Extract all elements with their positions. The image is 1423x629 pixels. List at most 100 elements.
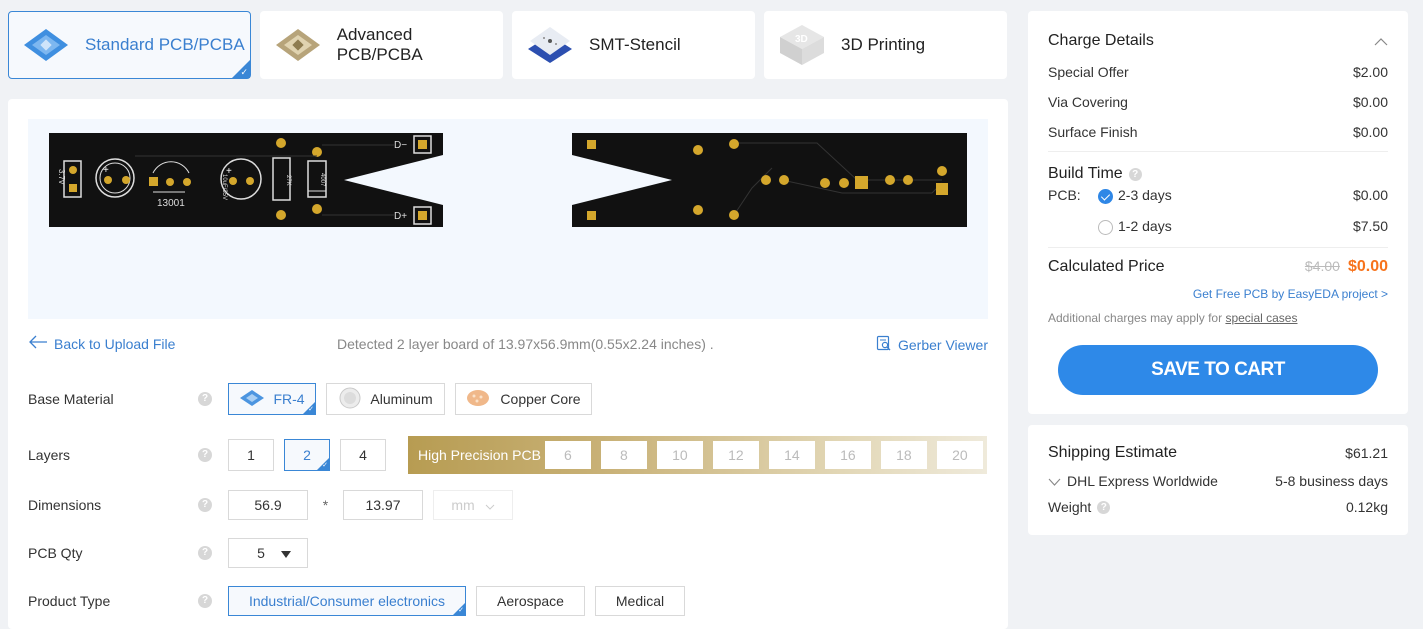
build-time-title: Build Time <box>1048 165 1123 182</box>
build-time-option[interactable]: 1-2 days $7.50 <box>1048 218 1388 235</box>
free-pcb-row: Get Free PCB by EasyEDA project > <box>1048 287 1388 301</box>
base-material-fr4[interactable]: FR-4 ✓ <box>228 383 316 415</box>
copper-core-icon <box>466 388 490 411</box>
caret-down-icon <box>280 545 291 561</box>
layers-option-1[interactable]: 1 <box>228 439 274 471</box>
svg-text:D+: D+ <box>394 211 407 222</box>
charge-details-header: Charge Details <box>1048 32 1388 50</box>
charge-value: $0.00 <box>1352 124 1388 140</box>
advanced-pcb-icon <box>273 23 323 67</box>
calculated-price-label: Calculated Price <box>1048 258 1165 275</box>
tab-advanced-pcb[interactable]: Advanced PCB/PCBA <box>260 11 503 79</box>
tab-label: Standard PCB/PCBA <box>85 35 245 54</box>
charge-label: Special Offer <box>1048 64 1129 80</box>
tab-3d-printing[interactable]: 3D 3D Printing <box>764 11 1007 79</box>
charge-item: Special Offer $2.00 <box>1048 64 1388 80</box>
original-price: $4.00 <box>1304 258 1340 274</box>
svg-text:3D: 3D <box>795 34 808 45</box>
dimension-width-input[interactable]: 56.9 <box>228 490 308 520</box>
product-tabs: Standard PCB/PCBA ✓ Advanced PCB/PCBA SM… <box>8 11 1007 79</box>
product-type-aerospace[interactable]: Aerospace <box>476 586 585 616</box>
free-pcb-link[interactable]: Get Free PCB by EasyEDA project > <box>1193 287 1388 301</box>
shipping-method: DHL Express Worldwide <box>1067 473 1218 489</box>
layers-option-18[interactable]: 18 <box>880 441 927 469</box>
radio-selected[interactable] <box>1098 188 1113 204</box>
help-icon[interactable]: ? <box>198 594 212 608</box>
chevron-up-icon[interactable] <box>1374 33 1388 49</box>
arrow-left-icon <box>28 335 48 352</box>
svg-text:+: + <box>226 166 232 177</box>
gerber-viewer-link[interactable]: Gerber Viewer <box>876 335 988 354</box>
calculated-price-row: Calculated Price $4.00 $0.00 <box>1048 258 1388 276</box>
unit-value: mm <box>451 497 475 513</box>
dimension-separator: * <box>322 497 329 513</box>
build-time-label: 2-3 days <box>1118 187 1172 203</box>
option-label: FR-4 <box>273 391 305 407</box>
gerber-preview: 3.7v + 13001 10uF/35V + 27K 4007 D− D+ <box>28 119 988 319</box>
base-material-aluminum[interactable]: Aluminum <box>326 383 445 415</box>
radio-unselected[interactable] <box>1098 219 1113 235</box>
chevron-down-icon[interactable] <box>1048 473 1061 489</box>
tab-smt-stencil[interactable]: SMT-Stencil <box>512 11 755 79</box>
shipping-method-row[interactable]: DHL Express Worldwide 5-8 business days <box>1048 473 1388 489</box>
pcb-label: PCB: <box>1048 187 1081 203</box>
product-type-label: Product Type <box>28 593 111 609</box>
layers-option-16[interactable]: 16 <box>824 441 871 469</box>
dimensions-label: Dimensions <box>28 497 102 513</box>
gerber-viewer-icon <box>876 335 892 354</box>
base-material-copper-core[interactable]: Copper Core <box>455 383 592 415</box>
layers-option-8[interactable]: 8 <box>600 441 647 469</box>
help-icon[interactable]: ? <box>198 546 212 560</box>
gerber-viewer-label: Gerber Viewer <box>897 336 988 353</box>
option-label: Medical <box>615 593 665 609</box>
save-to-cart-button[interactable]: SAVE TO CART <box>1058 345 1378 395</box>
svg-text:4007: 4007 <box>319 173 325 187</box>
3d-printing-icon: 3D <box>777 23 827 67</box>
fr4-icon <box>239 389 265 410</box>
pcb-qty-select[interactable]: 5 <box>228 538 308 568</box>
standard-pcb-icon <box>21 23 71 67</box>
aluminum-icon <box>338 387 362 412</box>
svg-text:27K: 27K <box>285 175 291 186</box>
pcb-top-layer: 3.7v + 13001 10uF/35V + 27K 4007 D− D+ <box>49 133 443 227</box>
option-label: 2 <box>303 447 311 463</box>
layers-option-14[interactable]: 14 <box>768 441 815 469</box>
layers-option-20[interactable]: 20 <box>936 441 983 469</box>
layers-option-6[interactable]: 6 <box>544 441 591 469</box>
unit-select[interactable]: mm <box>433 490 513 520</box>
smt-stencil-icon <box>525 23 575 67</box>
build-time-label: 1-2 days <box>1118 218 1172 234</box>
layers-option-12[interactable]: 12 <box>712 441 759 469</box>
divider <box>1048 151 1388 152</box>
qty-value: 5 <box>257 545 265 561</box>
layers-option-4[interactable]: 4 <box>340 439 386 471</box>
back-to-upload-link[interactable]: Back to Upload File <box>28 335 175 352</box>
help-icon[interactable]: ? <box>198 498 212 512</box>
shipping-price: $61.21 <box>1345 445 1388 461</box>
tab-label: Advanced PCB/PCBA <box>336 25 423 64</box>
special-cases-link[interactable]: special cases <box>1225 311 1297 325</box>
help-icon[interactable]: ? <box>1128 167 1142 181</box>
tab-standard-pcb[interactable]: Standard PCB/PCBA ✓ <box>8 11 251 79</box>
shipping-estimate-panel: Shipping Estimate $61.21 DHL Express Wor… <box>1028 425 1408 535</box>
product-type-industrial[interactable]: Industrial/Consumer electronics ✓ <box>228 586 466 616</box>
weight-row: Weight? 0.12kg <box>1048 499 1388 515</box>
help-icon[interactable]: ? <box>198 448 212 462</box>
tab-label: 3D Printing <box>841 35 926 54</box>
product-type-medical[interactable]: Medical <box>595 586 685 616</box>
divider <box>1048 247 1388 248</box>
option-label: 4 <box>359 447 367 463</box>
layers-option-10[interactable]: 10 <box>656 441 703 469</box>
product-type-row: Product Type ? Industrial/Consumer elect… <box>28 584 695 618</box>
dimension-height-input[interactable]: 13.97 <box>343 490 423 520</box>
shipping-time: 5-8 business days <box>1275 473 1388 489</box>
base-material-label: Base Material <box>28 391 114 407</box>
dimensions-row: Dimensions ? 56.9 * 13.97 mm <box>28 488 513 522</box>
build-time-option[interactable]: PCB: 2-3 days $0.00 <box>1048 187 1388 204</box>
charge-details-panel: Charge Details Special Offer $2.00 Via Co… <box>1028 11 1408 414</box>
help-icon[interactable]: ? <box>1097 500 1111 514</box>
build-time-price: $0.00 <box>1352 187 1388 204</box>
svg-text:+: + <box>103 165 109 176</box>
layers-option-2[interactable]: 2 ✓ <box>284 439 330 471</box>
help-icon[interactable]: ? <box>198 392 212 406</box>
